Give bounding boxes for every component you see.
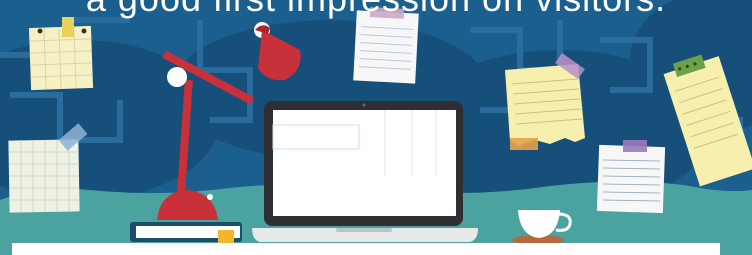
hero-illustration: a good first impression on visitors. — [0, 0, 752, 255]
content-panel — [12, 243, 720, 255]
sticky-note-icon — [28, 17, 94, 91]
sticky-note-icon — [596, 140, 666, 214]
desk-scene — [0, 0, 752, 255]
page-headline: a good first impression on visitors. — [0, 0, 752, 20]
laptop-icon — [252, 101, 478, 242]
